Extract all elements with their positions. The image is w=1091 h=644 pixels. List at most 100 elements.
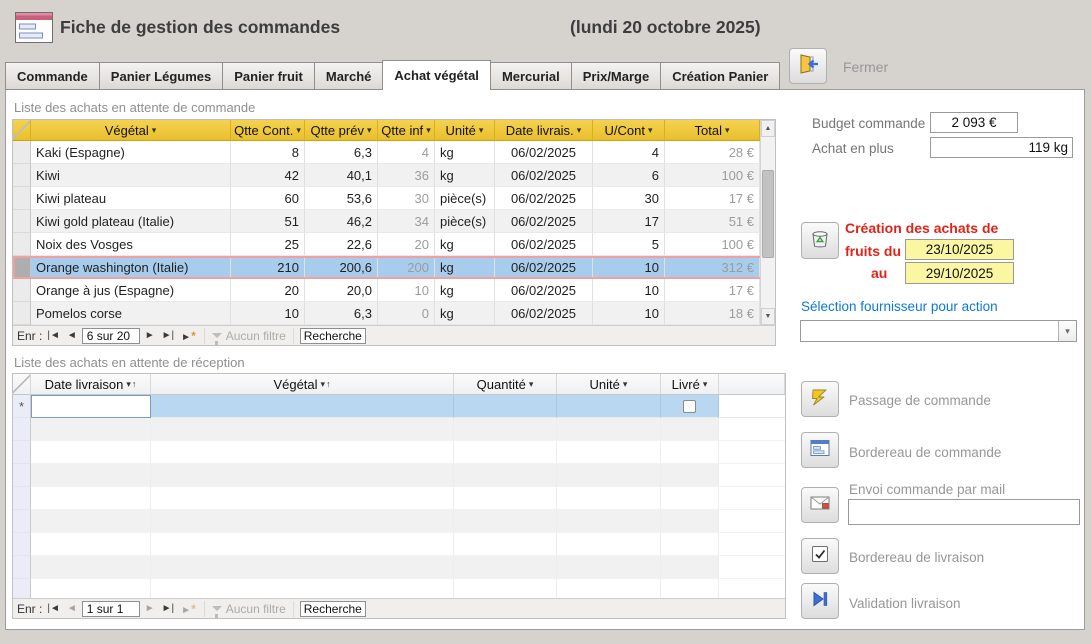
cell-u_cont[interactable]: 5	[593, 233, 665, 256]
date-from-field[interactable]: 23/10/2025	[905, 239, 1014, 260]
mail-address-input[interactable]	[848, 499, 1080, 525]
row-selector[interactable]	[13, 164, 31, 187]
empty-cell[interactable]	[661, 533, 719, 556]
row-selector[interactable]	[13, 233, 31, 256]
row-selector[interactable]	[13, 302, 31, 325]
reception-column-header-3[interactable]: Unité▾	[557, 374, 661, 395]
cell-qtte_cont[interactable]: 51	[231, 210, 305, 233]
empty-cell[interactable]	[31, 418, 151, 441]
cell-total[interactable]: 100 €	[665, 164, 760, 187]
cell-u_cont[interactable]: 4	[593, 141, 665, 164]
cell-unite[interactable]: kg	[435, 256, 495, 279]
empty-cell[interactable]	[31, 556, 151, 579]
orders-column-header-1[interactable]: Qtte Cont.▾	[231, 120, 305, 141]
empty-cell[interactable]	[454, 510, 557, 533]
cell-qtte_prev[interactable]: 6,3	[305, 302, 378, 325]
empty-cell[interactable]	[454, 533, 557, 556]
cell-date[interactable]: 06/02/2025	[495, 210, 593, 233]
empty-cell[interactable]	[557, 510, 661, 533]
cell-unite[interactable]: pièce(s)	[435, 210, 495, 233]
cell-u_cont[interactable]: 17	[593, 210, 665, 233]
row-selector[interactable]	[13, 141, 31, 164]
row-selector[interactable]	[13, 210, 31, 233]
cell-qtte_cont[interactable]: 42	[231, 164, 305, 187]
reception-column-header-1[interactable]: Végétal▾↑	[151, 374, 454, 395]
empty-cell[interactable]	[454, 418, 557, 441]
row-selector[interactable]	[13, 418, 31, 441]
empty-cell[interactable]	[151, 464, 454, 487]
livre-checkbox[interactable]	[683, 400, 696, 413]
cell-qtte_prev[interactable]: 40,1	[305, 164, 378, 187]
cell-vegetal[interactable]: Kiwi plateau	[31, 187, 231, 210]
filter-status-button[interactable]: Aucun filtre	[204, 328, 294, 344]
cell-date[interactable]: 06/02/2025	[495, 302, 593, 325]
cell-vegetal[interactable]: Pomelos corse	[31, 302, 231, 325]
next-record-button[interactable]: ►	[143, 603, 157, 614]
cell-unite[interactable]: kg	[435, 164, 495, 187]
empty-cell[interactable]	[557, 556, 661, 579]
empty-cell[interactable]	[661, 579, 719, 598]
cell-unite[interactable]: pièce(s)	[435, 187, 495, 210]
cell-qtte_prev[interactable]: 6,3	[305, 141, 378, 164]
cell-qtte_prev[interactable]: 53,6	[305, 187, 378, 210]
create-purchases-button[interactable]	[801, 222, 839, 259]
previous-record-button[interactable]: ◄	[65, 330, 79, 341]
row-selector[interactable]	[13, 579, 31, 598]
empty-cell[interactable]	[151, 533, 454, 556]
last-record-button[interactable]: ►|	[160, 330, 177, 341]
cell-unite[interactable]: kg	[435, 233, 495, 256]
new-record-button[interactable]: ►*	[179, 329, 198, 343]
reception-column-header-4[interactable]: Livré▾	[661, 374, 719, 395]
table-row[interactable]: Noix des Vosges2522,620kg06/02/20255100 …	[13, 233, 775, 256]
cell-date[interactable]: 06/02/2025	[495, 256, 593, 279]
tab-commande[interactable]: Commande	[5, 62, 99, 90]
cell-vegetal[interactable]: Orange washington (Italie)	[31, 256, 231, 279]
cell-qtte_cont[interactable]: 60	[231, 187, 305, 210]
new-record-selector[interactable]: *	[13, 395, 31, 418]
cell-qtte_inf[interactable]: 36	[378, 164, 435, 187]
reception-column-header-2[interactable]: Quantité▾	[454, 374, 557, 395]
cell-unite[interactable]: kg	[435, 279, 495, 302]
tab-creation-panier[interactable]: Création Panier	[660, 62, 780, 90]
orders-column-header-5[interactable]: Date livrais.▾	[495, 120, 593, 141]
close-form-button[interactable]	[789, 48, 827, 84]
empty-cell[interactable]	[661, 487, 719, 510]
cell-u_cont[interactable]: 10	[593, 302, 665, 325]
record-position[interactable]: 6 sur 20	[82, 328, 140, 344]
row-selector[interactable]	[13, 441, 31, 464]
cell-qtte_cont[interactable]: 20	[231, 279, 305, 302]
cell-date[interactable]: 06/02/2025	[495, 233, 593, 256]
row-selector[interactable]	[13, 533, 31, 556]
cell-qtte_prev[interactable]: 20,0	[305, 279, 378, 302]
cell-vegetal[interactable]: Kiwi gold plateau (Italie)	[31, 210, 231, 233]
previous-record-button[interactable]: ◄	[65, 603, 79, 614]
row-selector[interactable]	[13, 279, 31, 302]
table-row[interactable]: Pomelos corse106,30kg06/02/20251018 €	[13, 302, 775, 325]
envoi-mail-button[interactable]	[801, 487, 839, 523]
cell-unite[interactable]: kg	[435, 302, 495, 325]
bordereau-livraison-button[interactable]	[801, 538, 839, 574]
cell-date-livraison[interactable]	[31, 395, 151, 418]
cell-total[interactable]: 17 €	[665, 279, 760, 302]
empty-cell[interactable]	[454, 556, 557, 579]
tab-mercurial[interactable]: Mercurial	[491, 62, 571, 90]
cell-date[interactable]: 06/02/2025	[495, 187, 593, 210]
table-row[interactable]: Kiwi4240,136kg06/02/20256100 €	[13, 164, 775, 187]
empty-cell[interactable]	[151, 487, 454, 510]
empty-cell[interactable]	[31, 579, 151, 598]
cell-qtte_cont[interactable]: 25	[231, 233, 305, 256]
cell-u_cont[interactable]: 10	[593, 256, 665, 279]
cell-qtte_inf[interactable]: 10	[378, 279, 435, 302]
empty-cell[interactable]	[454, 441, 557, 464]
cell-qtte_inf[interactable]: 30	[378, 187, 435, 210]
empty-cell[interactable]	[661, 556, 719, 579]
tab-panier-fruit[interactable]: Panier fruit	[222, 62, 314, 90]
cell-qtte_inf[interactable]: 4	[378, 141, 435, 164]
cell-date[interactable]: 06/02/2025	[495, 279, 593, 302]
row-selector[interactable]	[13, 487, 31, 510]
empty-cell[interactable]	[31, 487, 151, 510]
tab-achat-vegetal[interactable]: Achat végétal	[382, 60, 491, 90]
cell-qtte_inf[interactable]: 20	[378, 233, 435, 256]
empty-cell[interactable]	[31, 464, 151, 487]
cell-total[interactable]: 18 €	[665, 302, 760, 325]
